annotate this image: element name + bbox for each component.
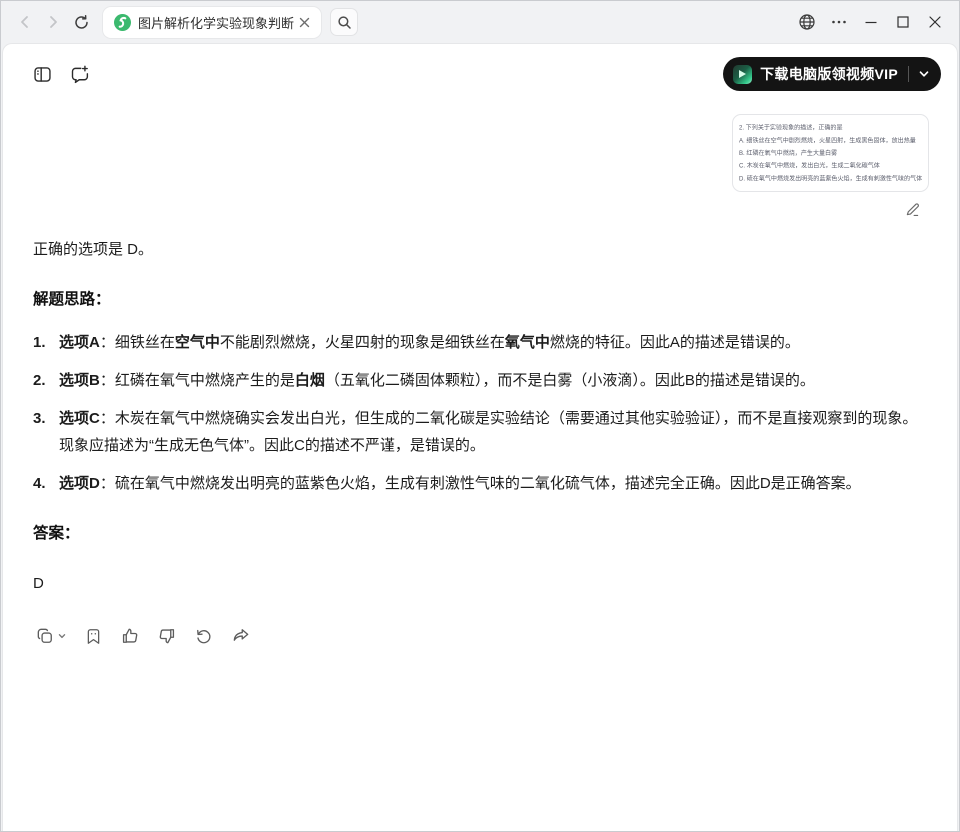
chat-area: 2. 下列关于实验现象的描述，正确的是A. 细铁丝在空气中剧烈燃烧，火星四射，生… [3,104,957,831]
forward-button[interactable] [39,8,67,36]
sidebar-toggle-button[interactable] [25,57,59,91]
analysis-item-text: 选项C：木炭在氧气中燃烧确实会发出白光，但生成的二氧化碳是实验结论（需要通过其他… [59,405,929,459]
copy-options-chevron-icon[interactable] [57,631,67,641]
analysis-item-text: 选项D：硫在氧气中燃烧发出明亮的蓝紫色火焰，生成有刺激性气味的二氧化硫气体，描述… [59,470,929,497]
edit-message-button[interactable] [900,197,924,221]
analysis-item: 4.选项D：硫在氧气中燃烧发出明亮的蓝紫色火焰，生成有刺激性气味的二氧化硫气体，… [33,470,929,497]
question-image-line: A. 细铁丝在空气中剧烈燃烧，火星四射，生成黑色固体，放出热量 [739,135,922,148]
analysis-item: 1.选项A：细铁丝在空气中不能剧烈燃烧，火星四射的现象是细铁丝在氧气中燃烧的特征… [33,329,929,356]
search-icon [337,15,352,30]
question-image-line: C. 木炭在氧气中燃烧，发出白光，生成二氧化碳气体 [739,160,922,173]
analysis-item-number: 3. [33,405,59,459]
refresh-button[interactable] [67,8,95,36]
analysis-item-number: 2. [33,367,59,394]
tab-close-icon[interactable] [295,13,313,31]
answer-heading: 答案： [33,521,929,547]
ellipsis-icon [830,13,848,31]
analysis-list: 1.选项A：细铁丝在空气中不能剧烈燃烧，火星四射的现象是细铁丝在氧气中燃烧的特征… [33,329,929,497]
new-chat-icon [69,64,90,85]
globe-button[interactable] [791,7,823,37]
maximize-button[interactable] [887,7,919,37]
answer-intro: 正确的选项是 D。 [33,237,929,263]
back-button[interactable] [11,8,39,36]
search-button[interactable] [330,8,358,36]
minimize-button[interactable] [855,7,887,37]
question-image-line: D. 硫在氧气中燃烧发出明亮的蓝紫色火焰，生成有刺激性气味的气体 [739,173,922,186]
copy-button[interactable] [33,623,69,649]
app-window: 图片解析化学实验现象判断 [0,0,960,832]
bookmark-icon [84,627,103,646]
refresh-icon [73,14,90,31]
maximize-icon [895,14,911,30]
sidebar-icon [32,64,53,85]
regenerate-button[interactable] [192,623,216,649]
assistant-message: 正确的选项是 D。 解题思路： 1.选项A：细铁丝在空气中不能剧烈燃烧，火星四射… [33,237,929,649]
forward-icon [45,14,61,30]
copy-icon [35,626,55,646]
final-answer: D [33,571,929,597]
analysis-heading: 解题思路： [33,287,929,313]
browser-tab[interactable]: 图片解析化学实验现象判断 [103,7,321,38]
question-image-thumbnail[interactable]: 2. 下列关于实验现象的描述，正确的是A. 细铁丝在空气中剧烈燃烧，火星四射，生… [732,114,929,192]
share-icon [231,626,251,646]
message-actions [33,623,929,649]
analysis-item-text: 选项B：红磷在氧气中燃烧产生的是白烟（五氧化二磷固体颗粒），而不是白雾（小液滴）… [59,367,929,394]
question-image-line: B. 红磷在氧气中燃烧，产生大量白雾 [739,147,922,160]
globe-icon [798,13,816,31]
download-vip-button[interactable]: 下载电脑版领视频VIP [723,57,941,91]
question-image-line: 2. 下列关于实验现象的描述，正确的是 [739,122,922,135]
analysis-item-text: 选项A：细铁丝在空气中不能剧烈燃烧，火星四射的现象是细铁丝在氧气中燃烧的特征。因… [59,329,929,356]
browser-titlebar: 图片解析化学实验现象判断 [1,1,959,43]
thumbs-down-icon [157,626,177,646]
tab-title: 图片解析化学实验现象判断 [138,13,295,32]
vip-button-label: 下载电脑版领视频VIP [760,64,898,84]
analysis-item: 2.选项B：红磷在氧气中燃烧产生的是白烟（五氧化二磷固体颗粒），而不是白雾（小液… [33,367,929,394]
content-panel: 下载电脑版领视频VIP 2. 下列关于实验现象的描述，正确的是A. 细铁丝在空气… [2,43,958,831]
user-message-actions [33,197,929,221]
minimize-icon [863,14,879,30]
thumbs-down-button[interactable] [155,623,179,649]
analysis-item-number: 1. [33,329,59,356]
close-icon [927,14,943,30]
analysis-item-number: 4. [33,470,59,497]
question-image-lines: 2. 下列关于实验现象的描述，正确的是A. 细铁丝在空气中剧烈燃烧，火星四射，生… [739,122,922,185]
menu-button[interactable] [823,7,855,37]
new-chat-button[interactable] [62,57,96,91]
pencil-icon [904,201,921,218]
vip-button-divider [908,66,909,82]
analysis-item: 3.选项C：木炭在氧气中燃烧确实会发出白光，但生成的二氧化碳是实验结论（需要通过… [33,405,929,459]
share-button[interactable] [229,623,253,649]
chevron-down-icon[interactable] [917,67,931,81]
regenerate-icon [194,626,214,646]
thumbs-up-button[interactable] [118,623,142,649]
back-icon [17,14,33,30]
close-window-button[interactable] [919,7,951,37]
desktop-app-icon [733,65,752,84]
doubao-logo-icon [114,14,131,31]
app-toolbar: 下载电脑版领视频VIP [3,44,957,104]
bookmark-button[interactable] [82,623,105,649]
thumbs-up-icon [120,626,140,646]
user-message-row: 2. 下列关于实验现象的描述，正确的是A. 细铁丝在空气中剧烈燃烧，火星四射，生… [33,114,929,192]
